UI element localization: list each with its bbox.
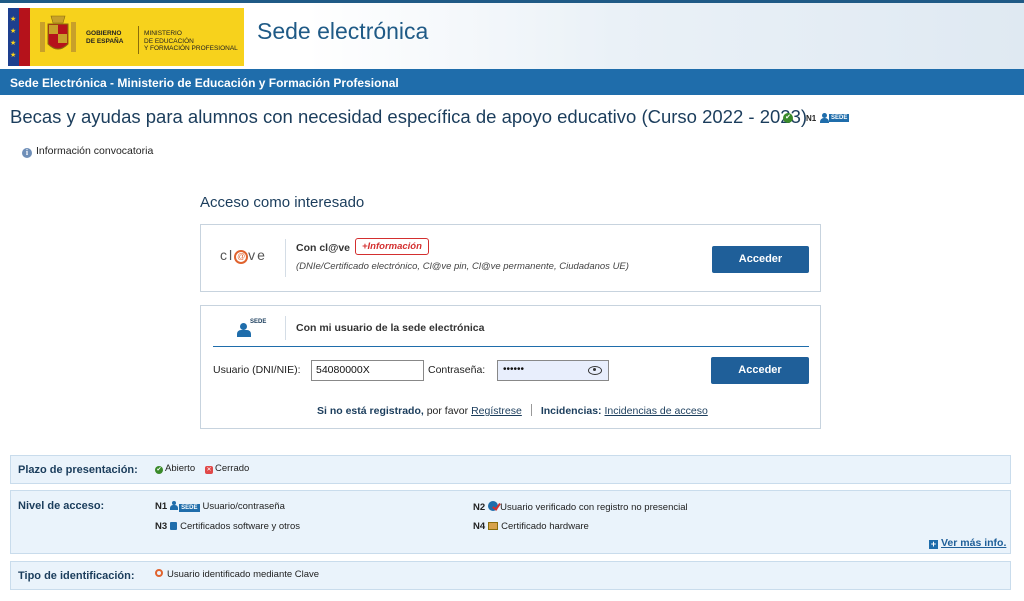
incidents-link[interactable]: Incidencias de acceso <box>604 405 707 417</box>
flag-icon: ★ ★ ★ ★ <box>8 8 30 66</box>
password-label: Contraseña: <box>428 364 486 376</box>
user-icon <box>820 113 829 123</box>
check-icon: ✔ <box>155 466 163 474</box>
level-n1: N1 SEDE Usuario/contraseña <box>155 501 285 512</box>
clave-access-button[interactable]: Acceder <box>712 246 809 273</box>
lock-icon <box>170 522 178 530</box>
user-icon <box>170 501 179 510</box>
section-bar: Sede Electrónica - Ministerio de Educaci… <box>0 69 1024 95</box>
status-closed: ✕ Cerrado <box>205 463 249 474</box>
access-level-panel: Nivel de acceso: N1 SEDE Usuario/contraseñ… <box>10 490 1011 554</box>
not-registered-bold: Si no está registrado, <box>317 405 424 417</box>
access-level-badge: N1 <box>806 114 816 123</box>
identification-type-value: Usuario identificado mediante Clave <box>155 569 319 580</box>
site-title[interactable]: Sede electrónica <box>257 18 428 45</box>
site-header: ★ ★ ★ ★ GOBIERNO DE ESPAÑA MINISTERIO DE… <box>0 3 1024 69</box>
page-title: Becas y ayudas para alumnos con necesida… <box>10 106 808 127</box>
show-password-icon[interactable] <box>588 366 602 375</box>
more-info-label: Ver más info. <box>941 537 1007 549</box>
clave-divider <box>285 239 286 277</box>
level-n3: N3 Certificados software y otros <box>155 521 300 532</box>
info-icon: i <box>22 148 32 158</box>
incidents-label: Incidencias: <box>540 405 602 417</box>
more-info-link[interactable]: + Ver más info. <box>929 537 1006 549</box>
register-separator <box>530 404 532 416</box>
status-closed-label: Cerrado <box>215 463 250 474</box>
level-n2-text: Usuario verificado con registro no prese… <box>500 502 688 513</box>
verified-user-icon <box>488 501 499 511</box>
info-convocatoria-link[interactable]: i Información convocatoria <box>22 145 153 158</box>
sede-tag: SEDE <box>179 504 200 512</box>
clave-logo: cl @ ve <box>220 247 267 264</box>
sede-separator <box>213 346 809 347</box>
level-n2-code: N2 <box>473 502 486 513</box>
clave-icon <box>155 569 163 577</box>
identification-type-panel: Tipo de identificación: Usuario identifi… <box>10 561 1011 590</box>
identification-type-text: Usuario identificado mediante Clave <box>167 569 320 580</box>
ministry-label: MINISTERIO DE EDUCACIÓN Y FORMACIÓN PROF… <box>144 30 238 52</box>
clave-description: (DNIe/Certificado electrónico, Cl@ve pin… <box>296 261 629 272</box>
access-level-label: Nivel de acceso: <box>18 500 105 512</box>
clave-access-box: cl @ ve Con cl@ve +Información (DNIe/Certi… <box>200 224 821 292</box>
coat-of-arms-icon <box>40 15 76 52</box>
sede-access-box: SEDE Con mi usuario de la sede electróni… <box>200 305 821 429</box>
logo-divider <box>138 26 139 54</box>
clave-logo-right: ve <box>248 247 267 263</box>
sede-access-button[interactable]: Acceder <box>711 357 809 384</box>
level-n4-code: N4 <box>473 521 486 532</box>
clave-at-icon: @ <box>234 250 249 264</box>
access-section-title: Acceso como interesado <box>200 194 365 211</box>
password-value: •••••• <box>503 364 525 375</box>
government-logo[interactable]: ★ ★ ★ ★ GOBIERNO DE ESPAÑA MINISTERIO DE… <box>8 8 244 66</box>
sede-tag: SEDE <box>829 114 850 122</box>
level-n3-code: N3 <box>155 521 168 532</box>
status-open: ✔ Abierto <box>155 463 195 474</box>
level-n4: N4 Certificado hardware <box>473 521 589 532</box>
plus-icon: + <box>929 539 938 549</box>
cross-icon: ✕ <box>205 466 213 474</box>
register-line: Si no está registrado, por favor Regístr… <box>317 404 708 417</box>
open-status-icon: ✔ <box>783 113 793 123</box>
username-input[interactable]: 54080000X <box>311 360 424 381</box>
sede-logo-tag: SEDE <box>250 319 267 325</box>
deadline-label: Plazo de presentación: <box>18 464 138 476</box>
sede-user-icon <box>237 323 251 337</box>
access-level-text: N1 <box>806 114 817 123</box>
clave-label: Con cl@ve <box>296 242 351 254</box>
level-n3-text: Certificados software y otros <box>180 521 301 532</box>
password-input[interactable]: •••••• <box>497 360 609 381</box>
deadline-panel: Plazo de presentación: ✔ Abierto ✕ Cerrado <box>10 455 1011 484</box>
section-bar-title: Sede Electrónica - Ministerio de Educaci… <box>10 76 399 90</box>
status-open-label: Abierto <box>165 463 196 474</box>
not-registered-text: por favor <box>423 405 472 417</box>
sede-divider <box>285 316 286 340</box>
username-label: Usuario (DNI/NIE): <box>213 364 301 376</box>
sede-label: Con mi usuario de la sede electrónica <box>296 322 485 334</box>
clave-info-button[interactable]: +Información <box>355 238 429 255</box>
government-label: GOBIERNO DE ESPAÑA <box>86 30 124 45</box>
clave-logo-left: cl <box>220 247 235 263</box>
level-n4-text: Certificado hardware <box>501 521 589 532</box>
register-link[interactable]: Regístrese <box>471 405 522 417</box>
info-convocatoria-label: Información convocatoria <box>36 145 154 157</box>
level-n1-code: N1 <box>155 501 168 512</box>
level-n1-text: Usuario/contraseña <box>202 501 285 512</box>
chip-card-icon <box>488 522 499 530</box>
identification-type-label: Tipo de identificación: <box>18 570 135 582</box>
level-n2: N2 Usuario verificado con registro no pre… <box>473 501 688 513</box>
sede-user-logo: SEDE <box>237 319 267 337</box>
